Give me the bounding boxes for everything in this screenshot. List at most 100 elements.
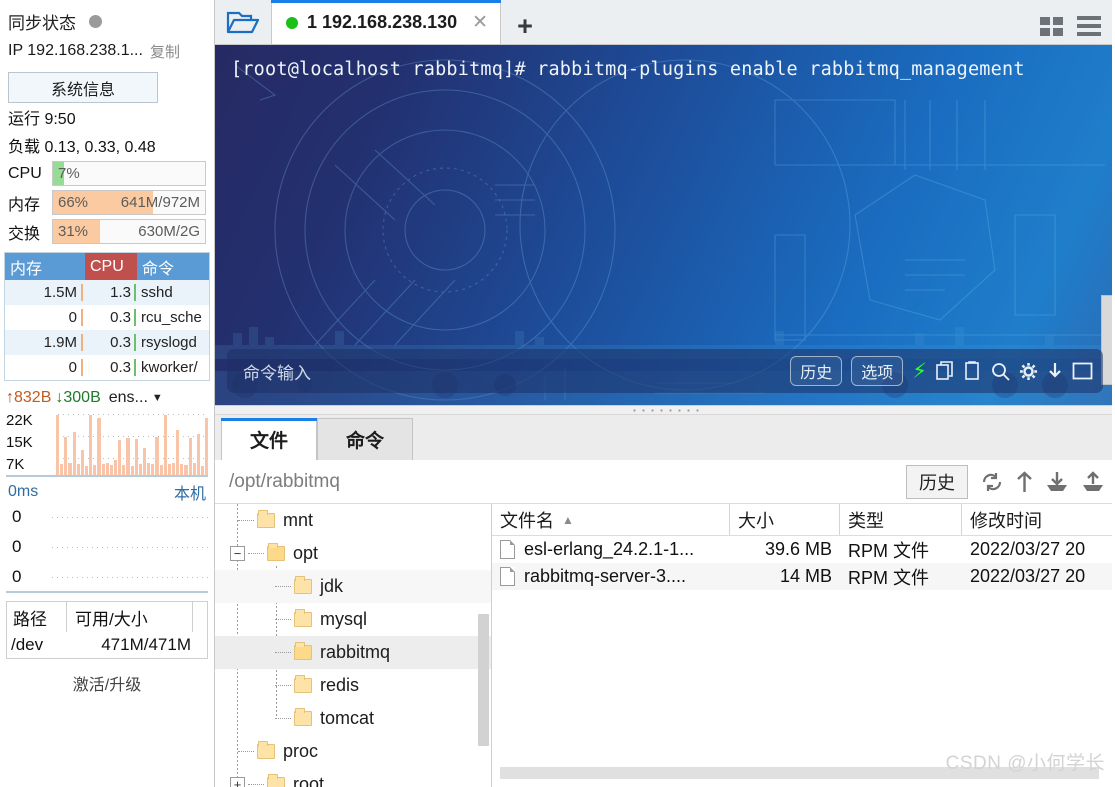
- terminal-history-button[interactable]: 历史: [790, 356, 843, 386]
- terminal-command-line: [root@localhost rabbitmq]# rabbitmq-plug…: [231, 59, 1025, 80]
- refresh-icon[interactable]: [980, 471, 1004, 493]
- load-average-text: 负载 0.13, 0.33, 0.48: [8, 139, 156, 156]
- memory-gauge-row: 内存 66% 641M/972M: [0, 188, 214, 217]
- folder-icon: [294, 708, 312, 726]
- sync-status-label: 同步状态: [8, 13, 76, 33]
- gear-icon[interactable]: [1019, 362, 1038, 381]
- table-row[interactable]: /dev 471M/471M: [7, 632, 207, 658]
- swap-gauge-percent: 31%: [58, 223, 89, 240]
- command-input-field[interactable]: 命令输入: [243, 359, 311, 384]
- ip-row: IP 192.168.238.1... 复制: [0, 36, 214, 66]
- file-list-header: 文件名 ▲ 大小 类型 修改时间: [492, 504, 1115, 536]
- latency-chart: 0 0 0: [6, 503, 208, 593]
- process-col-memory[interactable]: 内存: [5, 253, 85, 280]
- table-row[interactable]: 0 0.3 kworker/: [5, 355, 209, 380]
- expand-toggle-icon[interactable]: +: [230, 777, 245, 787]
- tree-node-opt[interactable]: − opt: [215, 537, 491, 570]
- tree-node-root[interactable]: + root: [215, 768, 491, 787]
- session-tab-bar: 1 192.168.238.130 ✕ +: [215, 0, 1115, 45]
- latency-target-label[interactable]: 本机: [174, 480, 206, 504]
- tree-node-label: tomcat: [320, 708, 375, 728]
- chevron-down-icon[interactable]: ▼: [152, 392, 163, 404]
- command-input-bar[interactable]: 命令输入 历史 选项 ⚡: [227, 349, 1103, 393]
- tree-node-rabbitmq[interactable]: rabbitmq: [215, 636, 491, 669]
- tree-node-jdk[interactable]: jdk: [215, 570, 491, 603]
- parent-dir-icon[interactable]: [1016, 470, 1033, 493]
- file-browser: mnt − opt jdk mysql rabbitmq redis tomca…: [215, 504, 1115, 787]
- column-header-type[interactable]: 类型: [840, 504, 962, 535]
- system-monitor-sidebar: 同步状态 IP 192.168.238.1... 复制 系统信息 运行 9:50…: [0, 0, 215, 787]
- app-window: 同步状态 IP 192.168.238.1... 复制 系统信息 运行 9:50…: [0, 0, 1115, 787]
- activate-upgrade-link[interactable]: 激活/升级: [0, 659, 214, 695]
- table-row[interactable]: 1.9M 0.3 rsyslogd: [5, 330, 209, 355]
- process-col-command[interactable]: 命令: [137, 253, 209, 280]
- process-table: 内存 CPU 命令 1.5M 1.3 sshd 0 0.3 rcu_sche 1…: [4, 252, 210, 381]
- tab-commands[interactable]: 命令: [317, 418, 413, 460]
- folder-open-icon[interactable]: [215, 0, 271, 44]
- tab-files[interactable]: 文件: [221, 418, 317, 460]
- list-item[interactable]: esl-erlang_24.2.1-1... 39.6 MB RPM 文件 20…: [492, 536, 1115, 563]
- path-input[interactable]: /opt/rabbitmq: [229, 471, 340, 493]
- latency-header: 0ms 本机: [0, 477, 214, 503]
- process-col-cpu[interactable]: CPU: [85, 253, 137, 280]
- network-chart-bars: [56, 413, 209, 475]
- chart-gridline: [50, 517, 208, 518]
- swap-gauge: 31% 630M/2G: [52, 219, 206, 244]
- system-info-button[interactable]: 系统信息: [8, 72, 158, 103]
- upload-icon[interactable]: [1081, 470, 1105, 493]
- file-type: RPM 文件: [848, 540, 929, 561]
- disk-col-usage: 可用/大小: [67, 602, 193, 632]
- tree-node-redis[interactable]: redis: [215, 669, 491, 702]
- tree-node-proc[interactable]: proc: [215, 735, 491, 768]
- tree-node-label: opt: [293, 543, 319, 563]
- folder-icon: [294, 576, 312, 594]
- table-row[interactable]: 1.5M 1.3 sshd: [5, 280, 209, 305]
- tree-scrollbar[interactable]: [478, 614, 489, 746]
- process-command: kworker/: [141, 359, 198, 376]
- bolt-icon[interactable]: ⚡: [912, 361, 927, 382]
- table-row[interactable]: 0 0.3 rcu_sche: [5, 305, 209, 330]
- download-icon[interactable]: [1047, 362, 1063, 381]
- new-tab-button[interactable]: +: [501, 13, 547, 44]
- copy-ip-button[interactable]: 复制: [150, 41, 180, 62]
- column-header-modified[interactable]: 修改时间: [962, 504, 1115, 535]
- tree-node-mnt[interactable]: mnt: [215, 504, 491, 537]
- panel-resize-handle[interactable]: [215, 405, 1115, 415]
- window-icon[interactable]: [1072, 362, 1093, 380]
- paste-icon[interactable]: [964, 361, 982, 381]
- tree-node-mysql[interactable]: mysql: [215, 603, 491, 636]
- search-icon[interactable]: [991, 362, 1010, 381]
- chart-gridline: [50, 577, 208, 578]
- process-command: sshd: [141, 284, 173, 301]
- network-axis-tick: 15K: [6, 434, 33, 451]
- grid-view-icon[interactable]: [1040, 16, 1063, 36]
- folder-icon: [294, 642, 312, 660]
- process-memory: 0: [5, 355, 85, 380]
- process-cpu: 0.3: [85, 330, 137, 355]
- file-history-button[interactable]: 历史: [906, 464, 968, 499]
- hamburger-menu-icon[interactable]: [1077, 16, 1101, 36]
- sync-status-indicator: [89, 14, 102, 28]
- latency-axis-tick: 0: [12, 567, 22, 586]
- copy-icon[interactable]: [936, 361, 955, 381]
- file-name: esl-erlang_24.2.1-1...: [524, 539, 695, 559]
- close-icon[interactable]: ✕: [472, 11, 488, 34]
- collapse-toggle-icon[interactable]: −: [230, 546, 245, 561]
- list-item[interactable]: rabbitmq-server-3.... 14 MB RPM 文件 2022/…: [492, 563, 1115, 590]
- column-header-size[interactable]: 大小: [730, 504, 840, 535]
- tree-node-tomcat[interactable]: tomcat: [215, 702, 491, 735]
- swap-gauge-row: 交换 31% 630M/2G: [0, 217, 214, 246]
- process-command: rsyslogd: [141, 334, 197, 351]
- column-header-filename[interactable]: 文件名 ▲: [492, 504, 730, 535]
- file-size: 39.6 MB: [764, 539, 832, 559]
- ip-label: IP 192.168.238.1...: [8, 42, 143, 59]
- uptime-text: 运行 9:50: [8, 111, 76, 128]
- session-tab-1[interactable]: 1 192.168.238.130 ✕: [271, 0, 502, 44]
- download-icon[interactable]: [1045, 471, 1069, 493]
- disk-table-header: 路径 可用/大小: [7, 602, 207, 632]
- network-interface-selector[interactable]: ens...: [109, 389, 148, 407]
- terminal-options-button[interactable]: 选项: [851, 356, 904, 386]
- cpu-gauge-row: CPU 7%: [0, 159, 214, 188]
- process-cpu: 0.3: [85, 355, 137, 380]
- terminal-panel[interactable]: [root@localhost rabbitmq]# rabbitmq-plug…: [215, 45, 1115, 405]
